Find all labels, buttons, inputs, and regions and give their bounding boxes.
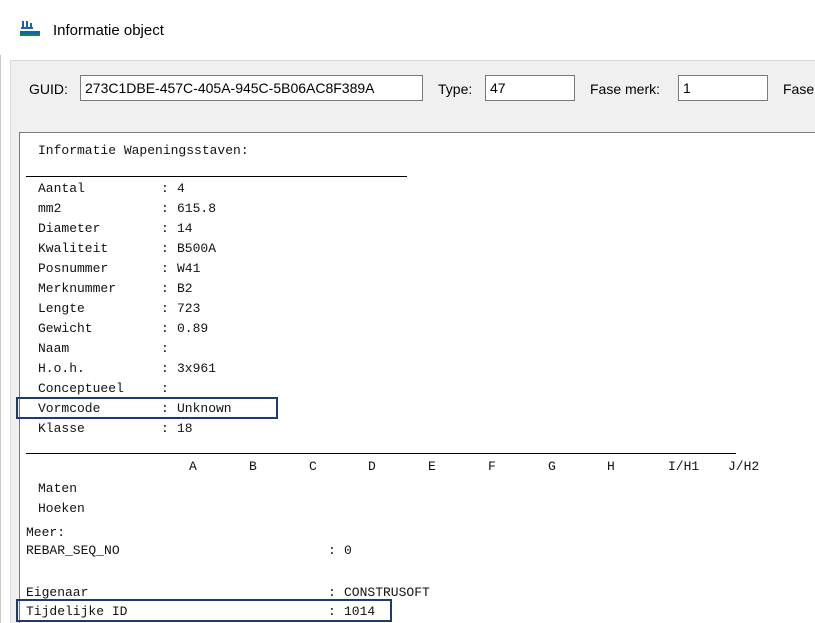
meer-label: Meer: [26, 525, 66, 540]
dim-header: C [309, 459, 317, 474]
prop-sep: : [161, 341, 169, 356]
prop-value: 4 [177, 181, 185, 196]
type-label: Type: [438, 81, 473, 97]
prop-sep: : [161, 241, 169, 256]
object-info-toolbar: GUID: 273C1DBE-457C-405A-945C-5B06AC8F38… [10, 60, 815, 124]
info-text-area[interactable]: Informatie Wapeningsstaven: Aantal : 4 m… [19, 132, 815, 623]
dim-header: F [488, 459, 496, 474]
dim-header: G [548, 459, 556, 474]
vormcode-highlight [16, 397, 278, 419]
window-title: Informatie object [53, 22, 164, 39]
prop-value: W41 [177, 261, 201, 276]
fase-merk-field[interactable]: 1 [678, 75, 768, 101]
dim-header: D [368, 459, 376, 474]
prop-key: Klasse [38, 421, 85, 436]
prop-sep: : [161, 181, 169, 196]
prop-sep: : [161, 321, 169, 336]
extra-sep: : [328, 543, 336, 558]
window-left-border [0, 0, 1, 623]
type-field[interactable]: 47 [485, 75, 575, 101]
prop-key: Gewicht [38, 321, 93, 336]
prop-key: Diameter [38, 221, 101, 236]
prop-value: 3x961 [177, 361, 217, 376]
prop-sep: : [161, 261, 169, 276]
fase-merk-label: Fase merk: [590, 81, 661, 97]
dim-header: I/H1 [668, 459, 700, 474]
dim-header: B [249, 459, 257, 474]
maten-label: Maten [38, 481, 78, 496]
extra-key: REBAR_SEQ_NO [26, 543, 120, 558]
app-icon [20, 21, 40, 36]
prop-key: H.o.h. [38, 361, 85, 376]
dimensions-separator [26, 453, 736, 454]
prop-value: 0.89 [177, 321, 209, 336]
guid-label: GUID: [29, 81, 68, 97]
tijdelijke-id-highlight [16, 599, 392, 622]
heading-separator [26, 176, 407, 177]
prop-key: Posnummer [38, 261, 109, 276]
prop-value: 723 [177, 301, 201, 316]
prop-value: B2 [177, 281, 193, 296]
prop-sep: : [161, 221, 169, 236]
title-bar: Informatie object [0, 0, 815, 55]
prop-value: 18 [177, 421, 193, 436]
extra-value: 0 [344, 543, 352, 558]
dim-header: J/H2 [728, 459, 760, 474]
prop-sep: : [161, 421, 169, 436]
prop-key: Conceptueel [38, 381, 124, 396]
prop-sep: : [161, 281, 169, 296]
prop-key: Lengte [38, 301, 85, 316]
prop-value: 14 [177, 221, 193, 236]
prop-key: Kwaliteit [38, 241, 109, 256]
dim-header: A [189, 459, 197, 474]
prop-value: 615.8 [177, 201, 217, 216]
prop-sep: : [161, 301, 169, 316]
prop-value: B500A [177, 241, 217, 256]
prop-key: mm2 [38, 201, 62, 216]
prop-sep: : [161, 361, 169, 376]
dim-header: E [428, 459, 436, 474]
info-heading: Informatie Wapeningsstaven: [38, 143, 249, 158]
guid-field[interactable]: 273C1DBE-457C-405A-945C-5B06AC8F389A [80, 75, 423, 101]
prop-sep: : [161, 201, 169, 216]
prop-key: Merknummer [38, 281, 117, 296]
hoeken-label: Hoeken [38, 501, 85, 516]
prop-key: Naam [38, 341, 70, 356]
dim-header: H [607, 459, 615, 474]
prop-sep: : [161, 381, 169, 396]
prop-key: Aantal [38, 181, 85, 196]
fase-label: Fase [783, 81, 815, 97]
